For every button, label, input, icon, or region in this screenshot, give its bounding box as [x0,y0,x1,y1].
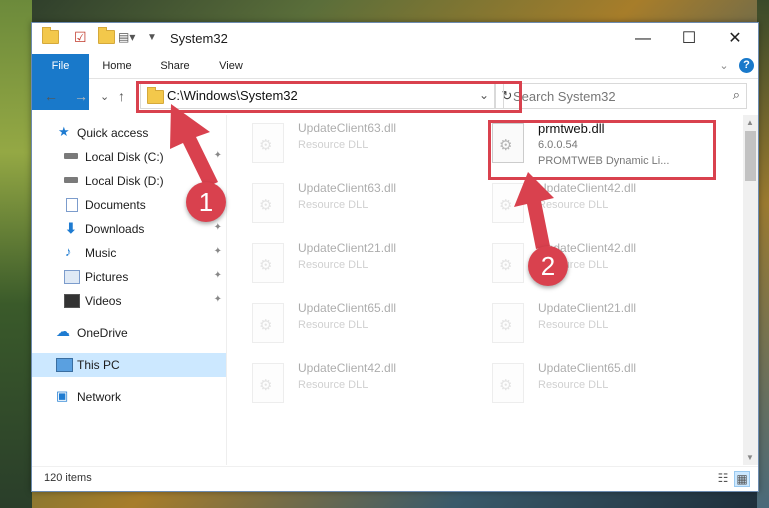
callout-1: 1 [186,182,226,222]
callout-2: 2 [528,246,568,286]
annotation-arrows [170,104,554,249]
arrow-1 [170,104,218,188]
arrow-2 [514,172,554,249]
